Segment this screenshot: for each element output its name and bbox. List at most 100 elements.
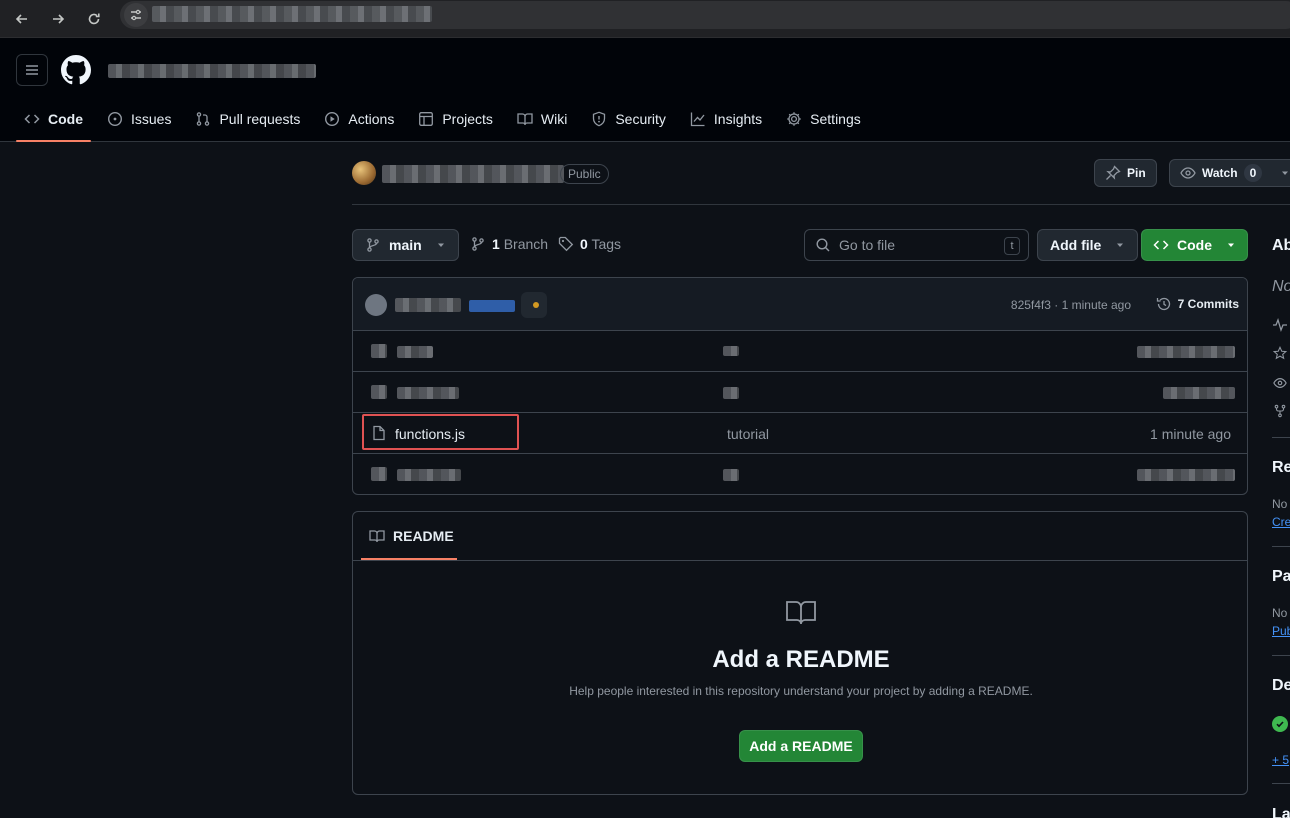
github-header: Code Issues Pull requests Actions Projec… (0, 38, 1290, 142)
languages-heading: La (1272, 806, 1290, 818)
tags-link[interactable]: 0 Tags (558, 236, 621, 252)
tab-label: Projects (442, 111, 493, 127)
redacted-file-message (723, 469, 739, 481)
file-row[interactable] (353, 454, 1247, 494)
graph-icon (690, 111, 706, 127)
site-info-icon[interactable] (124, 3, 148, 27)
tab-projects[interactable]: Projects (410, 100, 501, 138)
browser-toolbar (0, 0, 1290, 38)
status-dot-icon (521, 292, 547, 318)
pin-label: Pin (1127, 166, 1146, 180)
code-button[interactable]: Code (1141, 229, 1248, 261)
book-icon (369, 528, 385, 544)
redacted-file-icon (371, 385, 387, 399)
create-release-link[interactable]: Cre (1272, 515, 1290, 529)
search-input[interactable] (839, 237, 999, 253)
pin-icon (1105, 165, 1121, 181)
pin-button[interactable]: Pin (1094, 159, 1157, 187)
readme-description: Help people interested in this repositor… (569, 684, 1033, 698)
tab-label: Security (615, 111, 666, 127)
forward-button[interactable] (44, 5, 72, 33)
go-to-file-search[interactable]: t (804, 229, 1029, 261)
branches-link[interactable]: 1 Branch (470, 236, 548, 252)
tab-label: Pull requests (219, 111, 301, 127)
tag-text: Tags (591, 236, 622, 252)
tab-label: Insights (713, 111, 763, 127)
file-list: 825f4f3 · 1 minute ago 7 Commits functio… (352, 277, 1248, 495)
publish-package-link[interactable]: Pub (1272, 624, 1290, 638)
branch-text: Branch (503, 236, 549, 252)
tag-count: 0 (580, 236, 588, 252)
readme-panel: README Add a README Help people interest… (352, 511, 1248, 795)
visibility-badge: Public (560, 164, 609, 184)
file-row[interactable] (353, 372, 1247, 413)
book-icon (785, 596, 817, 628)
reload-button[interactable] (80, 5, 108, 33)
file-row[interactable] (353, 331, 1247, 372)
pulse-icon (1272, 318, 1288, 332)
watch-label: Watch (1202, 166, 1238, 180)
branch-icon (365, 237, 381, 253)
file-commit-message[interactable]: tutorial (727, 426, 769, 442)
add-file-button[interactable]: Add file (1037, 229, 1139, 261)
commits-link[interactable]: 7 Commits (1156, 296, 1239, 312)
github-logo-icon[interactable] (61, 55, 91, 85)
tab-security[interactable]: Security (583, 100, 674, 138)
redacted-file-name (397, 469, 461, 481)
redacted-url (152, 6, 432, 22)
tab-wiki[interactable]: Wiki (509, 100, 575, 138)
redacted-file-name (397, 346, 433, 358)
tab-readme[interactable]: README (361, 512, 457, 560)
back-button[interactable] (8, 5, 36, 33)
packages-heading: Pa (1272, 568, 1290, 585)
chevron-down-icon (1115, 240, 1125, 250)
shortcut-hint: t (1004, 237, 1020, 255)
tab-settings[interactable]: Settings (778, 100, 869, 138)
tab-label: Settings (810, 111, 861, 127)
redacted-file-message (723, 346, 739, 356)
redacted-repo-path (108, 64, 316, 78)
branch-name: main (389, 237, 422, 253)
code-icon (1153, 237, 1169, 253)
tab-actions[interactable]: Actions (316, 100, 402, 138)
tab-insights[interactable]: Insights (682, 100, 770, 138)
about-heading: Ab (1272, 237, 1290, 254)
arrow-left-icon (15, 14, 27, 24)
tab-label: Wiki (540, 111, 568, 127)
eye-icon (1180, 165, 1196, 181)
redacted-file-name (397, 387, 459, 399)
tab-code[interactable]: Code (16, 100, 91, 142)
redacted-file-icon (371, 467, 387, 481)
branch-selector[interactable]: main (352, 229, 459, 261)
sidebar-divider (1272, 546, 1290, 547)
latest-commit-bar: 825f4f3 · 1 minute ago 7 Commits (353, 278, 1247, 331)
book-icon (517, 111, 533, 127)
tab-issues[interactable]: Issues (99, 100, 179, 138)
more-deployments-link[interactable]: + 5 (1272, 753, 1289, 767)
sidebar-divider (1272, 437, 1290, 438)
redacted-file-date (1163, 387, 1235, 399)
watch-button[interactable]: Watch 0 (1169, 159, 1290, 187)
title-divider (352, 204, 1290, 205)
add-readme-button[interactable]: Add a README (739, 730, 863, 762)
author-avatar[interactable] (365, 294, 387, 316)
tab-pull-requests[interactable]: Pull requests (187, 100, 308, 138)
releases-heading: Re (1272, 459, 1290, 476)
branch-icon (470, 236, 486, 252)
address-bar[interactable] (120, 1, 1290, 29)
commit-meta[interactable]: 825f4f3 · 1 minute ago (1011, 298, 1131, 312)
menu-button[interactable] (16, 54, 48, 86)
pull-request-icon (195, 111, 211, 127)
redacted-file-icon (371, 344, 387, 358)
owner-avatar[interactable] (352, 161, 376, 185)
packages-text: No (1272, 606, 1288, 620)
sidebar-divider (1272, 783, 1290, 784)
redacted-file-date (1137, 346, 1235, 358)
play-icon (324, 111, 340, 127)
chevron-down-icon[interactable] (1274, 168, 1290, 178)
redacted-file-message (723, 387, 739, 399)
check-circle-icon (1272, 716, 1288, 732)
highlight-annotation (362, 414, 519, 450)
readme-tab-label: README (393, 528, 454, 544)
redacted-author (395, 298, 461, 312)
